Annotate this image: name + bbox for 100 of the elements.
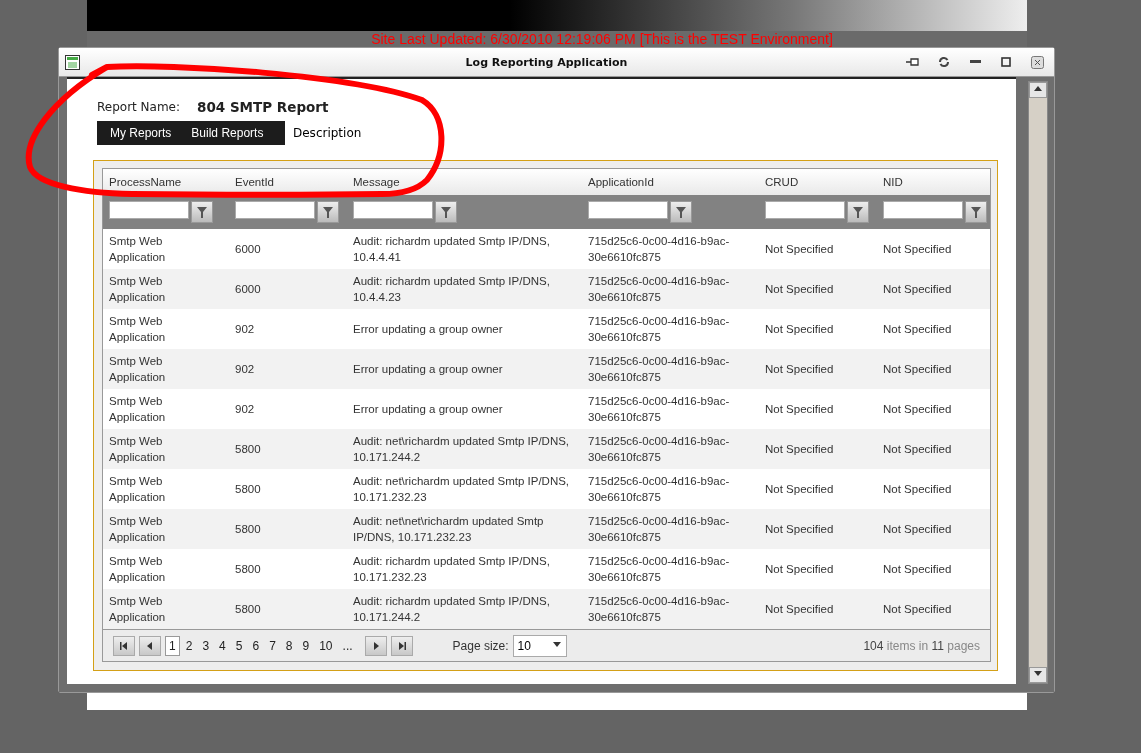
pager-info: 104 items in 11 pages bbox=[863, 638, 980, 653]
column-header[interactable]: CRUD bbox=[759, 176, 877, 188]
scrollbar[interactable] bbox=[1028, 81, 1048, 684]
page-link[interactable]: 4 bbox=[215, 635, 230, 656]
column-header[interactable]: ApplicationId bbox=[582, 176, 759, 188]
table-cell-text: Audit: net\net\richardm updated Smtp IP/DNS, 10.171.232.23 bbox=[352, 514, 545, 545]
filter-icon bbox=[853, 206, 863, 218]
table-cell-text: Not Specified bbox=[764, 602, 835, 617]
table-cell-text: Smtp Web Application bbox=[108, 434, 167, 465]
page-link[interactable]: 8 bbox=[281, 635, 297, 656]
table-cell-text: Audit: net\richardm updated Smtp IP/DNS, 10.171.244.2 bbox=[352, 434, 571, 465]
page-link[interactable]: ... bbox=[338, 635, 357, 656]
table-cell-text: 715d25c6-0c00-4d16-b9ac-30e6610fc875 bbox=[587, 394, 731, 425]
table-cell-text: Not Specified bbox=[882, 322, 953, 337]
table-cell-text: Not Specified bbox=[882, 282, 953, 297]
page-link[interactable]: 1 bbox=[165, 635, 180, 656]
window-title: Log Reporting Application bbox=[464, 55, 629, 69]
page-link[interactable]: 5 bbox=[231, 635, 247, 656]
table-cell-text: Smtp Web Application bbox=[108, 234, 167, 265]
table-cell-text: Not Specified bbox=[882, 482, 953, 497]
table-cell-text: Not Specified bbox=[764, 242, 835, 257]
table-cell-text: Smtp Web Application bbox=[108, 314, 167, 345]
filter-icon bbox=[971, 206, 981, 218]
table-cell-text: 715d25c6-0c00-4d16-b9ac-30e6610fc875 bbox=[587, 234, 731, 265]
page-link[interactable]: 2 bbox=[181, 635, 197, 656]
table-cell-text: Smtp Web Application bbox=[108, 274, 167, 305]
site-updated-text: Site Last Updated: 6/30/2010 12:19:06 PM [This is the TEST Environment] bbox=[371, 31, 833, 47]
filter-field[interactable] bbox=[109, 201, 189, 219]
table-cell-text: 715d25c6-0c00-4d16-b9ac-30e6610fc875 bbox=[587, 434, 731, 465]
filter-field[interactable] bbox=[235, 201, 315, 219]
filter-icon bbox=[197, 206, 207, 218]
filter-button[interactable] bbox=[965, 201, 987, 223]
table-cell-text: 5800 bbox=[234, 442, 262, 457]
page-link[interactable]: 9 bbox=[298, 635, 314, 656]
filter-icon bbox=[323, 206, 333, 218]
column-header[interactable]: NID bbox=[877, 176, 990, 188]
table-cell-text: Smtp Web Application bbox=[108, 554, 167, 585]
table-cell-text: Not Specified bbox=[882, 402, 953, 417]
table-cell-text: 5800 bbox=[234, 562, 262, 577]
table-cell-text: Audit: richardm updated Smtp IP/DNS, 10.4.4.41 bbox=[352, 234, 551, 265]
report-name: 804 SMTP Report bbox=[197, 99, 329, 115]
last-page-button[interactable] bbox=[390, 635, 413, 656]
table-cell-text: Not Specified bbox=[882, 242, 953, 257]
table-cell-text: Audit: net\richardm updated Smtp IP/DNS, 10.171.232.23 bbox=[352, 474, 571, 505]
minimize-icon bbox=[969, 60, 981, 64]
menu-item[interactable]: Build Reports bbox=[181, 126, 274, 140]
table-cell-text: 902 bbox=[234, 362, 256, 377]
table-cell-text: 6000 bbox=[234, 242, 262, 257]
table-cell-text: Not Specified bbox=[882, 362, 953, 377]
table-cell-text: 715d25c6-0c00-4d16-b9ac-30e6610fc875 bbox=[587, 274, 731, 305]
filter-button[interactable] bbox=[317, 201, 339, 223]
table-cell-text: Smtp Web Application bbox=[108, 394, 167, 425]
menu-item[interactable]: My Reports bbox=[100, 126, 182, 140]
page-size-select[interactable]: 10 bbox=[512, 634, 567, 657]
table-cell-text: Not Specified bbox=[764, 482, 835, 497]
page-link[interactable]: 3 bbox=[198, 635, 214, 656]
table-cell-text: 715d25c6-0c00-4d16-b9ac-30e6610fc875 bbox=[587, 514, 731, 545]
filter-field[interactable] bbox=[883, 201, 963, 219]
table-cell-text: 5800 bbox=[234, 482, 262, 497]
filter-button[interactable] bbox=[847, 201, 869, 223]
page-link[interactable]: 6 bbox=[248, 635, 264, 656]
table-cell-text: Not Specified bbox=[764, 322, 835, 337]
pin-icon bbox=[906, 57, 920, 67]
table-cell-text: Not Specified bbox=[764, 362, 835, 377]
filter-button[interactable] bbox=[191, 201, 213, 223]
previous-page-button[interactable] bbox=[139, 635, 161, 656]
filter-icon bbox=[441, 206, 451, 218]
table-cell-text: Not Specified bbox=[882, 562, 953, 577]
next-page-button[interactable] bbox=[364, 635, 387, 656]
table-cell-text: Not Specified bbox=[764, 282, 835, 297]
table-cell-text: Not Specified bbox=[882, 602, 953, 617]
table-cell-text: Audit: richardm updated Smtp IP/DNS, 10.171.232.23 bbox=[352, 554, 551, 585]
filter-field[interactable] bbox=[353, 201, 433, 219]
filter-button[interactable] bbox=[670, 201, 692, 223]
table-cell-text: Error updating a group owner bbox=[352, 322, 504, 337]
table-cell-text: Not Specified bbox=[764, 442, 835, 457]
description-text: Description bbox=[293, 126, 362, 140]
column-header[interactable]: EventId bbox=[229, 176, 347, 188]
table-cell-text: 715d25c6-0c00-4d16-b9ac-30e6610fc875 bbox=[587, 594, 731, 625]
sheet-icon bbox=[65, 54, 80, 70]
page-link[interactable]: 7 bbox=[265, 635, 280, 656]
table-cell-text: Error updating a group owner bbox=[352, 402, 504, 417]
table-cell-text: Not Specified bbox=[882, 442, 953, 457]
refresh-icon bbox=[938, 56, 950, 68]
table-cell-text: 902 bbox=[234, 402, 256, 417]
table-cell-text: 902 bbox=[234, 322, 256, 337]
filter-button[interactable] bbox=[435, 201, 457, 223]
page-link[interactable]: 10 bbox=[315, 635, 337, 656]
filter-field[interactable] bbox=[765, 201, 845, 219]
page-size-label: Page size: bbox=[452, 638, 509, 653]
first-page-icon bbox=[119, 640, 129, 651]
table-cell-text: Error updating a group owner bbox=[352, 362, 504, 377]
report-name-label: Report Name: bbox=[97, 100, 182, 114]
table-cell-text: Not Specified bbox=[764, 562, 835, 577]
filter-field[interactable] bbox=[588, 201, 668, 219]
column-header[interactable]: Message bbox=[347, 176, 582, 188]
table-cell-text: Not Specified bbox=[764, 522, 835, 537]
first-page-button[interactable] bbox=[113, 635, 135, 656]
close-icon bbox=[1030, 55, 1044, 69]
column-header[interactable]: ProcessName bbox=[103, 176, 229, 188]
